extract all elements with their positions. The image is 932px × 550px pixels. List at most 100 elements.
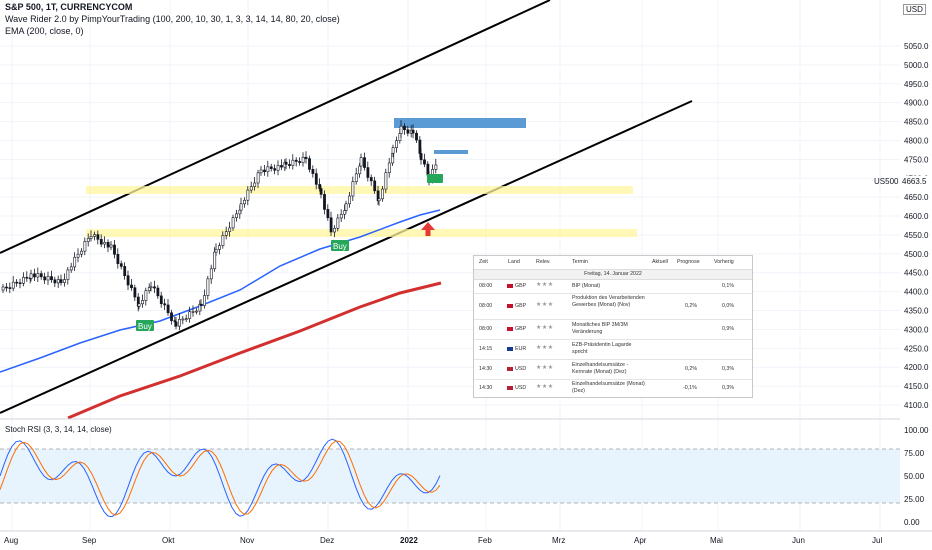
buy-signal[interactable]: Buy (331, 240, 349, 251)
price-tick-label: 4300.0 (904, 325, 929, 334)
candle-body (184, 318, 188, 320)
candle-body (199, 303, 203, 306)
time-axis[interactable]: Aug Sep Okt Nov Dez 2022 Feb Mrz Apr Mai Jun Jul (4, 536, 882, 545)
price-tick-label: 4250.0 (904, 344, 929, 353)
candle-body (66, 269, 70, 280)
candle-body (73, 256, 77, 268)
price-tick-label: 4350.0 (904, 307, 929, 316)
price-axis[interactable]: 5050.0 5000.0 4950.0 4900.0 4850.0 4800.0 4750… (904, 42, 929, 410)
rsi-tick-label: 75.00 (904, 449, 925, 458)
candle-body (311, 169, 315, 174)
candle-body (170, 312, 173, 321)
indicator-wave-rider[interactable]: Wave Rider 2.0 by PimpYourTrading (100, … (5, 14, 340, 25)
price-tick-label: 4850.0 (904, 118, 929, 127)
support-zone-upper[interactable] (86, 186, 633, 194)
cal-event: Monatliches BIP 3M/3M Veränderung (572, 322, 628, 335)
candle-body (159, 295, 163, 305)
candle-body (314, 173, 318, 185)
candle-body (76, 253, 80, 258)
candle-body (11, 281, 15, 289)
candle-body (221, 235, 225, 246)
economic-calendar: Zeit Land Relev. Termin Aktuell Prognose… (473, 255, 753, 398)
candle-body (259, 169, 263, 174)
buy-signal[interactable] (427, 174, 443, 183)
candle-body (280, 165, 283, 168)
candle-body (395, 140, 398, 148)
buy-signal[interactable]: Buy (136, 320, 154, 331)
candle-body (130, 284, 133, 289)
ema-200-line[interactable] (67, 281, 442, 420)
price-tick-label: 4750.0 (904, 155, 929, 164)
buy-signal-label: Buy (138, 322, 152, 331)
candle-body (276, 165, 280, 171)
cal-row: 14:30 USD ★★★ Einzelhandelsumsätze - Ker… (474, 359, 752, 380)
candle-body (366, 167, 370, 178)
candle-body (304, 156, 308, 159)
cal-previous: 0,0% (722, 303, 735, 309)
candle-body (288, 164, 291, 166)
candle-body (411, 129, 415, 134)
time-tick-label: Nov (240, 536, 254, 545)
candle-body (239, 203, 243, 211)
rsi-tick-label: 50.00 (904, 472, 925, 481)
candle-body (344, 203, 348, 211)
gb-flag-icon (507, 326, 513, 331)
candle-body (419, 153, 423, 161)
price-tick-label: 4500.0 (904, 250, 929, 259)
candle-body (336, 217, 340, 229)
cal-header-forecast: Prognose (677, 259, 700, 265)
candle-body (253, 182, 257, 187)
cal-event: Einzelhandelsumsätze - Kernrate (Monat) … (572, 362, 629, 375)
candle-body (298, 161, 302, 163)
candle-body (188, 311, 192, 319)
candle-body (106, 242, 110, 248)
cal-header-previous: Vorherig (714, 259, 734, 265)
candle-body (5, 286, 8, 289)
candle-body (86, 238, 90, 242)
price-tick-label: 5050.0 (904, 42, 929, 51)
candle-body (113, 244, 116, 255)
cal-time: 08:00 (479, 283, 493, 289)
candle-body (149, 286, 153, 289)
relevance-stars-icon: ★★★ (536, 345, 554, 351)
cal-row: 08:00 GBP ★★★ Produktion des Verarbeiten… (474, 293, 752, 320)
candle-body (235, 213, 238, 218)
time-tick-label: Okt (162, 536, 175, 545)
candle-body (266, 166, 270, 173)
candle-body (354, 173, 358, 182)
candle-body (18, 282, 22, 285)
supply-box-small[interactable] (434, 150, 468, 154)
candle-body (203, 295, 206, 306)
cal-time: 08:00 (479, 303, 493, 309)
candle-body (22, 276, 25, 284)
candle-body (213, 251, 217, 270)
candle-body (89, 236, 93, 239)
candle-body (358, 165, 362, 175)
last-price-label: 4663.5 (902, 177, 927, 186)
supply-box-top[interactable] (394, 118, 526, 128)
rsi-band-fill (0, 449, 900, 503)
gb-flag-icon (507, 283, 513, 288)
currency-selector[interactable]: USD (903, 4, 926, 15)
candle-body (103, 242, 107, 245)
candle-body (333, 227, 336, 233)
cal-previous: 0,9% (722, 326, 735, 332)
time-tick-label: Mrz (552, 536, 565, 545)
cal-event: BIP (Monat) (572, 283, 601, 289)
time-tick-label: Mai (710, 536, 723, 545)
trading-chart[interactable]: Buy Buy 5050.0 5000.0 4950.0 4900.0 4850.0 48… (0, 0, 932, 550)
candle-body (137, 303, 141, 307)
symbol-label: US500 (874, 177, 899, 186)
candle-body (323, 194, 326, 210)
rsi-tick-label: 25.00 (904, 495, 925, 504)
candle-body (423, 159, 426, 165)
candle-body (269, 166, 273, 169)
cal-header-time: Zeit (479, 259, 488, 265)
candle-body (181, 318, 185, 321)
time-tick-label: Dez (320, 536, 334, 545)
candle-body (351, 181, 355, 197)
candle-body (8, 287, 12, 289)
indicator-ema[interactable]: EMA (200, close, 0) (5, 26, 84, 37)
time-tick-label: Apr (634, 536, 647, 545)
candle-body (93, 234, 96, 237)
